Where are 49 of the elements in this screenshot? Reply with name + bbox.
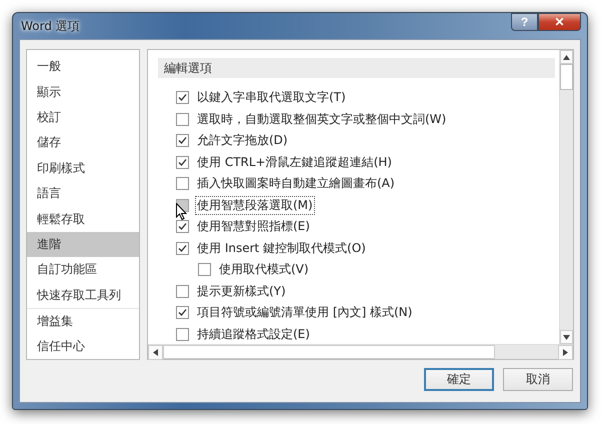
cancel-button[interactable]: 取消 bbox=[503, 368, 573, 391]
option-label: 允許文字拖放(D) bbox=[196, 132, 289, 150]
checkbox[interactable] bbox=[176, 156, 189, 169]
option-label: 使用取代模式(V) bbox=[218, 261, 310, 278]
option-label: 持續追蹤格式設定(E) bbox=[196, 326, 311, 343]
checkbox[interactable] bbox=[176, 112, 189, 126]
category-item[interactable]: 校訂 bbox=[27, 104, 139, 130]
option-label: 插入快取圖案時自動建立繪圖畫布(A) bbox=[196, 175, 396, 192]
mouse-pointer-icon bbox=[176, 203, 188, 221]
checkbox[interactable] bbox=[176, 177, 189, 190]
option-label: 使用 CTRL+滑鼠左鍵追蹤超連結(H) bbox=[196, 154, 393, 171]
window-title: Word 選項 bbox=[20, 18, 80, 34]
checkbox[interactable] bbox=[176, 284, 189, 298]
scroll-right-icon[interactable] bbox=[558, 345, 573, 360]
close-button[interactable]: ✕ bbox=[538, 13, 581, 31]
section-header: 編輯選項 bbox=[158, 58, 555, 78]
checkbox[interactable] bbox=[176, 328, 189, 341]
category-item[interactable]: 顯示 bbox=[27, 79, 139, 105]
scroll-up-icon[interactable] bbox=[560, 50, 573, 64]
category-item[interactable]: 輕鬆存取 bbox=[27, 206, 139, 232]
scroll-thumb[interactable] bbox=[560, 64, 573, 90]
checkbox[interactable] bbox=[176, 220, 189, 234]
option-label: 使用 Insert 鍵控制取代模式(O) bbox=[196, 240, 367, 257]
vertical-scrollbar[interactable] bbox=[559, 50, 573, 344]
scroll-thumb[interactable] bbox=[163, 345, 495, 359]
checkbox[interactable] bbox=[176, 91, 189, 104]
scroll-left-icon[interactable] bbox=[148, 345, 163, 360]
option-label: 選取時，自動選取整個英文字或整個中文詞(W) bbox=[196, 110, 448, 128]
option-label: 使用智慧段落選取(M) bbox=[195, 196, 315, 215]
category-item[interactable]: 信任中心 bbox=[27, 334, 139, 360]
category-item[interactable]: 自訂功能區 bbox=[27, 257, 139, 283]
category-item[interactable]: 語言 bbox=[27, 180, 139, 206]
option-label: 以鍵入字串取代選取文字(T) bbox=[196, 89, 347, 106]
category-item[interactable]: 增益集 bbox=[27, 308, 139, 334]
category-item[interactable]: 印刷樣式 bbox=[27, 156, 139, 181]
option-label: 使用智慧對照指標(E) bbox=[196, 218, 311, 236]
checkbox[interactable] bbox=[198, 263, 211, 276]
ok-button[interactable]: 確定 bbox=[424, 368, 494, 391]
checkbox[interactable] bbox=[176, 306, 189, 320]
category-item[interactable]: 一般 bbox=[27, 54, 139, 80]
category-item[interactable]: 儲存 bbox=[27, 130, 139, 156]
scroll-down-icon[interactable] bbox=[560, 330, 573, 344]
option-label: 項目符號或編號清單使用 [內文] 樣式(N) bbox=[196, 304, 414, 322]
category-item[interactable]: 進階 bbox=[27, 232, 139, 258]
checkbox[interactable] bbox=[176, 134, 189, 148]
checkbox[interactable] bbox=[176, 242, 189, 255]
horizontal-scrollbar[interactable] bbox=[148, 344, 573, 359]
category-item[interactable]: 快速存取工具列 bbox=[27, 282, 139, 308]
option-label: 提示更新樣式(Y) bbox=[196, 282, 287, 300]
